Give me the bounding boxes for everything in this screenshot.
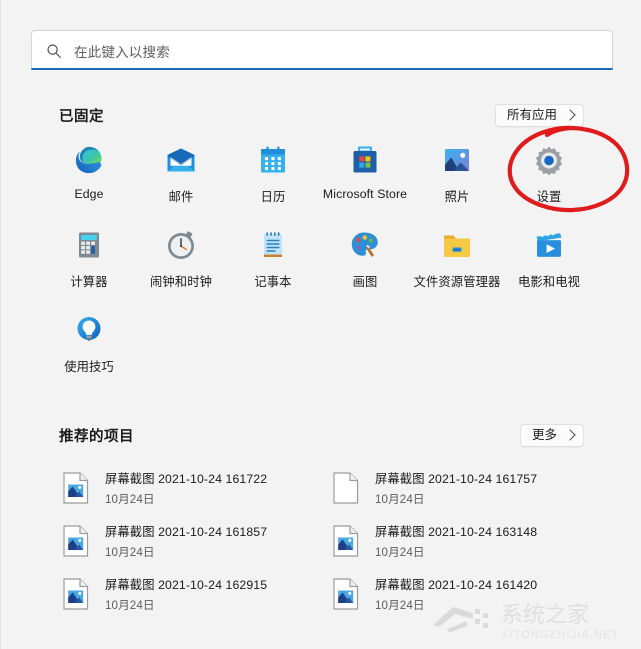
app-tile-movies-tv[interactable]: 电影和电视	[503, 225, 595, 310]
list-item[interactable]: 屏幕截图 2021-10-24 161722 10月24日	[57, 461, 327, 514]
list-item-date: 10月24日	[375, 545, 425, 559]
notepad-icon	[257, 229, 289, 261]
search-bar[interactable]: 在此键入以搜索	[31, 30, 613, 70]
app-label: 画图	[352, 275, 378, 289]
more-label: 更多	[531, 428, 557, 442]
list-item-date: 10月24日	[105, 598, 155, 612]
folder-icon	[441, 229, 473, 261]
list-item[interactable]: 屏幕截图 2021-10-24 161757 10月24日	[327, 461, 597, 514]
recommended-items-list: 屏幕截图 2021-10-24 161722 10月24日 屏幕截图 2021-…	[57, 461, 597, 620]
list-item-name: 屏幕截图 2021-10-24 161757	[375, 471, 538, 486]
list-item-name: 屏幕截图 2021-10-24 161722	[105, 471, 268, 486]
list-item[interactable]: 屏幕截图 2021-10-24 161857 10月24日	[57, 514, 327, 567]
app-label: 文件资源管理器	[413, 275, 501, 289]
app-label: 日历	[260, 190, 286, 204]
list-item-text: 屏幕截图 2021-10-24 161857 10月24日	[105, 522, 267, 560]
app-tile-paint[interactable]: 画图	[319, 225, 411, 310]
pinned-title: 已固定	[59, 108, 104, 125]
app-tile-photos[interactable]: 照片	[411, 140, 503, 225]
photos-icon	[441, 144, 473, 176]
recommended-header: 推荐的项目 更多	[59, 424, 584, 447]
list-item-date: 10月24日	[105, 545, 155, 559]
list-item[interactable]: 屏幕截图 2021-10-24 161420 10月24日	[327, 567, 597, 620]
app-tile-tips[interactable]: 使用技巧	[43, 310, 135, 395]
image-file-icon	[333, 524, 359, 557]
app-tile-microsoft-store[interactable]: Microsoft Store	[319, 140, 411, 225]
list-item-name: 屏幕截图 2021-10-24 163148	[375, 524, 538, 539]
app-tile-calendar[interactable]: 日历	[227, 140, 319, 225]
app-label: Edge	[74, 187, 104, 201]
app-tile-settings[interactable]: 设置	[503, 140, 595, 225]
microsoft-store-icon	[349, 144, 381, 176]
image-file-icon	[63, 524, 89, 557]
search-placeholder-text: 在此键入以搜索	[74, 44, 170, 60]
image-file-icon	[63, 471, 89, 504]
mail-icon	[165, 144, 197, 176]
edge-icon	[73, 144, 105, 176]
settings-gear-icon	[533, 144, 565, 176]
list-item-date: 10月24日	[375, 598, 425, 612]
list-item[interactable]: 屏幕截图 2021-10-24 162915 10月24日	[57, 567, 327, 620]
search-icon	[47, 43, 61, 58]
pinned-row: Edge 邮件 日历 Microsoft Store 照片 设置	[43, 140, 599, 225]
lightbulb-tips-icon	[73, 314, 105, 346]
image-file-icon	[333, 577, 359, 610]
more-button[interactable]: 更多	[519, 424, 584, 447]
app-tile-alarm-clock[interactable]: 闹钟和时钟	[135, 225, 227, 310]
start-menu: 在此键入以搜索 已固定 所有应用 Edge 邮件 日历 Microsoft St…	[0, 0, 641, 649]
app-label: 闹钟和时钟	[150, 275, 212, 289]
search-accent-underline	[31, 68, 613, 70]
list-item-name: 屏幕截图 2021-10-24 161857	[105, 524, 268, 539]
list-item-text: 屏幕截图 2021-10-24 162915 10月24日	[105, 575, 267, 613]
blank-file-icon	[333, 471, 359, 504]
list-item-date: 10月24日	[105, 492, 155, 506]
app-label: Microsoft Store	[322, 187, 408, 201]
app-label: 设置	[536, 190, 562, 204]
alarm-clock-icon	[165, 229, 197, 261]
all-apps-label: 所有应用	[506, 108, 557, 122]
search-input[interactable]: 在此键入以搜索	[31, 30, 613, 70]
list-item-text: 屏幕截图 2021-10-24 161420 10月24日	[375, 575, 537, 613]
watermark-text-en: XITONGZHIJIA.NET	[501, 629, 619, 641]
chevron-right-icon	[564, 429, 576, 441]
calendar-icon	[257, 144, 289, 176]
list-item-text: 屏幕截图 2021-10-24 161722 10月24日	[105, 469, 267, 507]
app-label: 计算器	[70, 275, 108, 289]
app-label: 电影和电视	[518, 275, 580, 289]
app-label: 使用技巧	[64, 360, 114, 374]
pinned-header: 已固定 所有应用	[59, 104, 584, 127]
list-item-text: 屏幕截图 2021-10-24 161757 10月24日	[375, 469, 537, 507]
app-label: 邮件	[168, 190, 194, 204]
app-tile-file-explorer[interactable]: 文件资源管理器	[411, 225, 503, 310]
app-tile-notepad[interactable]: 记事本	[227, 225, 319, 310]
chevron-right-icon	[564, 109, 576, 121]
calculator-icon	[73, 229, 105, 261]
list-item[interactable]: 屏幕截图 2021-10-24 163148 10月24日	[327, 514, 597, 567]
paint-palette-icon	[349, 229, 381, 261]
pinned-row: 计算器 闹钟和时钟 记事本 画图 文件资源管理器 电影和电视	[43, 225, 599, 310]
list-item-name: 屏幕截图 2021-10-24 162915	[105, 577, 268, 592]
image-file-icon	[63, 577, 89, 610]
app-label: 记事本	[254, 275, 292, 289]
app-tile-mail[interactable]: 邮件	[135, 140, 227, 225]
app-tile-calculator[interactable]: 计算器	[43, 225, 135, 310]
pinned-row: 使用技巧	[43, 310, 599, 395]
list-item-name: 屏幕截图 2021-10-24 161420	[375, 577, 538, 592]
app-label: 照片	[444, 190, 470, 204]
list-item-text: 屏幕截图 2021-10-24 163148 10月24日	[375, 522, 537, 560]
all-apps-button[interactable]: 所有应用	[494, 104, 584, 127]
app-tile-edge[interactable]: Edge	[43, 140, 135, 225]
pinned-apps-grid: Edge 邮件 日历 Microsoft Store 照片 设置 计算器 闹钟和…	[43, 140, 599, 395]
list-item-date: 10月24日	[375, 492, 425, 506]
recommended-title: 推荐的项目	[59, 428, 134, 445]
movies-tv-icon	[533, 229, 565, 261]
